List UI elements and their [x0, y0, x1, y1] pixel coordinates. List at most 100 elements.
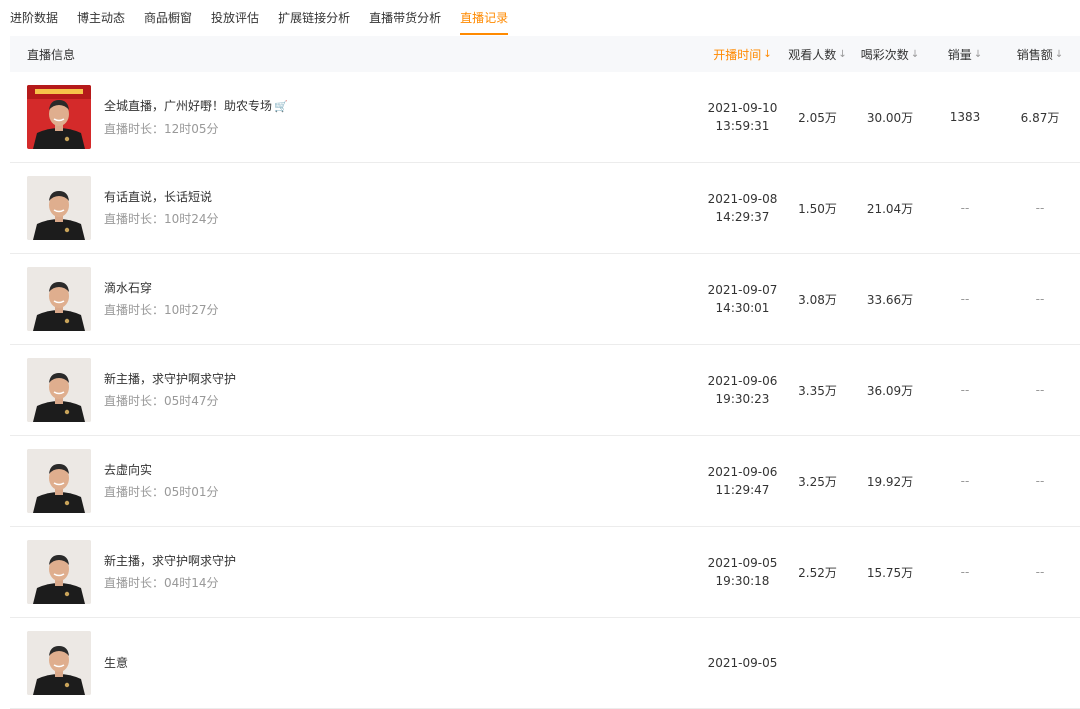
live-info-text: 去虚向实直播时长：05时01分 [104, 462, 219, 500]
header-start-time-sort[interactable]: 开播时间 ↓ [700, 36, 785, 72]
live-title[interactable]: 去虚向实 [104, 462, 219, 478]
start-date: 2021-09-07 [707, 283, 778, 297]
live-info-text: 滴水石穿直播时长：10时27分 [104, 280, 219, 318]
likes-cell: 19.92万 [866, 474, 914, 489]
live-cover-image[interactable] [27, 358, 91, 422]
tab-extended-link-analysis[interactable]: 扩展链接分析 [278, 0, 350, 36]
sales-cell: -- [960, 201, 970, 215]
viewers-cell: 2.05万 [798, 110, 837, 125]
tab-blogger-updates[interactable]: 博主动态 [77, 0, 125, 36]
start-clock: 19:30:23 [715, 392, 770, 406]
viewers-cell: 3.08万 [798, 292, 837, 307]
sales-cell: 1383 [949, 110, 981, 124]
tab-live-sales-analysis[interactable]: 直播带货分析 [369, 0, 441, 36]
start-date: 2021-09-06 [707, 465, 778, 479]
table-row[interactable]: 全城直播，广州好嘢！助农专场 🛒 直播时长：12时05分 2021-09-10 13:5… [10, 72, 1080, 163]
live-info-cell: 有话直说，长话短说 直播时长：10时24分 [10, 176, 700, 240]
header-sales-amount-sort[interactable]: 销售额 ↓ [1000, 36, 1080, 72]
live-info-cell: 去虚向实直播时长：05时01分 [10, 449, 700, 513]
table-header: 直播信息 开播时间 ↓ 观看人数 ↓ 喝彩次数 ↓ 销量 ↓ 销售额 ↓ [10, 36, 1080, 72]
live-cover-image[interactable] [27, 631, 91, 695]
live-title[interactable]: 新主播，求守护啊求守护 [104, 371, 236, 387]
live-duration: 直播时长：05时01分 [104, 485, 219, 499]
sales-cell: -- [960, 383, 970, 397]
likes-cell: 36.09万 [866, 383, 914, 398]
viewers-cell: 1.50万 [798, 201, 837, 216]
live-info-text: 新主播，求守护啊求守护 直播时长：04时14分 [104, 553, 236, 591]
live-cover-image[interactable] [27, 449, 91, 513]
start-date: 2021-09-08 [707, 192, 778, 206]
live-title[interactable]: 新主播，求守护啊求守护 [104, 553, 236, 569]
start-time-cell: 2021-09-10 13:59:31 [700, 99, 785, 135]
start-clock: 13:59:31 [715, 119, 770, 133]
header-likes-sort[interactable]: 喝彩次数 ↓ [850, 36, 930, 72]
sales-amount-cell: -- [1035, 565, 1045, 579]
tab-advanced-data[interactable]: 进阶数据 [10, 0, 58, 36]
sort-arrow-icon: ↓ [910, 48, 920, 60]
tab-product-showcase[interactable]: 商品橱窗 [144, 0, 192, 36]
tab-ad-evaluation[interactable]: 投放评估 [211, 0, 259, 36]
start-date: 2021-09-06 [707, 374, 778, 388]
live-info-text: 生意 [104, 655, 128, 671]
start-clock: 14:29:37 [715, 210, 770, 224]
table-row[interactable]: 去虚向实直播时长：05时01分 2021-09-06 11:29:47 3.25万 19… [10, 436, 1080, 527]
live-duration: 直播时长：05时47分 [104, 394, 219, 408]
viewers-cell: 3.25万 [798, 474, 837, 489]
live-cover-image[interactable] [27, 176, 91, 240]
table-row[interactable]: 新主播，求守护啊求守护 直播时长：04时14分 2021-09-05 19:30:18… [10, 527, 1080, 618]
sort-arrow-icon: ↓ [763, 48, 772, 60]
live-info-cell: 滴水石穿直播时长：10时27分 [10, 267, 700, 331]
live-cover-image[interactable] [27, 85, 91, 149]
likes-cell: 15.75万 [866, 565, 914, 580]
live-duration: 直播时长：12时05分 [104, 121, 219, 136]
table-row[interactable]: 新主播，求守护啊求守护 直播时长：05时47分 2021-09-06 19:30:23… [10, 345, 1080, 436]
live-info-cell: 生意 [10, 631, 700, 695]
live-info-text: 全城直播，广州好嘢！助农专场 🛒 直播时长：12时05分 [104, 98, 288, 137]
sales-amount-cell: -- [1035, 474, 1045, 488]
live-info-cell: 全城直播，广州好嘢！助农专场 🛒 直播时长：12时05分 [10, 85, 700, 149]
header-live-info: 直播信息 [27, 47, 76, 62]
likes-cell: 33.66万 [866, 292, 914, 307]
sales-cell: -- [960, 474, 970, 488]
sales-amount-cell: 6.87万 [1020, 110, 1060, 125]
start-date: 2021-09-10 [707, 101, 778, 115]
live-title[interactable]: 生意 [104, 655, 128, 671]
live-info-text: 有话直说，长话短说 直播时长：10时24分 [104, 189, 219, 227]
live-info-cell: 新主播，求守护啊求守护 直播时长：04时14分 [10, 540, 700, 604]
tab-live-records[interactable]: 直播记录 [460, 0, 509, 36]
live-cover-image[interactable] [27, 540, 91, 604]
sort-arrow-icon: ↓ [1054, 48, 1064, 60]
table-body: 全城直播，广州好嘢！助农专场 🛒 直播时长：12时05分 2021-09-10 13:5… [10, 72, 1080, 709]
table-row[interactable]: 有话直说，长话短说 直播时长：10时24分 2021-09-08 14:29:37 1.… [10, 163, 1080, 254]
header-sales-sort[interactable]: 销量 ↓ [930, 36, 1000, 72]
live-title[interactable]: 有话直说，长话短说 [104, 189, 219, 205]
sales-cell: -- [960, 565, 970, 579]
sales-cell: -- [960, 292, 970, 306]
shopping-cart-icon: 🛒 [274, 99, 288, 113]
live-duration: 直播时长：10时27分 [104, 303, 219, 317]
live-duration: 直播时长：10时24分 [104, 212, 219, 226]
live-duration: 直播时长：04时14分 [104, 576, 219, 590]
start-date: 2021-09-05 [707, 556, 778, 570]
live-title[interactable]: 滴水石穿 [104, 280, 219, 296]
live-title[interactable]: 全城直播，广州好嘢！助农专场 🛒 [104, 98, 288, 115]
start-clock: 14:30:01 [715, 301, 770, 315]
live-records-table: 直播信息 开播时间 ↓ 观看人数 ↓ 喝彩次数 ↓ 销量 ↓ 销售额 ↓ 全城直播，广州好… [10, 36, 1080, 709]
table-row[interactable]: 滴水石穿直播时长：10时27分 2021-09-07 14:30:01 3.08万 33… [10, 254, 1080, 345]
start-date: 2021-09-05 [707, 656, 778, 670]
start-time-cell: 2021-09-05 19:30:18 [700, 554, 785, 590]
tab-bar: 进阶数据 博主动态 商品橱窗 投放评估 扩展链接分析 直播带货分析 直播记录 [0, 0, 1080, 36]
viewers-cell: 2.52万 [798, 565, 837, 580]
start-time-cell: 2021-09-05 [700, 654, 785, 672]
viewers-cell: 3.35万 [798, 383, 837, 398]
live-info-cell: 新主播，求守护啊求守护 直播时长：05时47分 [10, 358, 700, 422]
header-viewers-sort[interactable]: 观看人数 ↓ [785, 36, 850, 72]
likes-cell: 21.04万 [866, 201, 914, 216]
start-time-cell: 2021-09-06 11:29:47 [700, 463, 785, 499]
start-clock: 11:29:47 [715, 483, 770, 497]
start-time-cell: 2021-09-08 14:29:37 [700, 190, 785, 226]
table-row[interactable]: 生意 2021-09-05 [10, 618, 1080, 709]
live-cover-image[interactable] [27, 267, 91, 331]
sort-arrow-icon: ↓ [838, 48, 847, 60]
start-time-cell: 2021-09-06 19:30:23 [700, 372, 785, 408]
